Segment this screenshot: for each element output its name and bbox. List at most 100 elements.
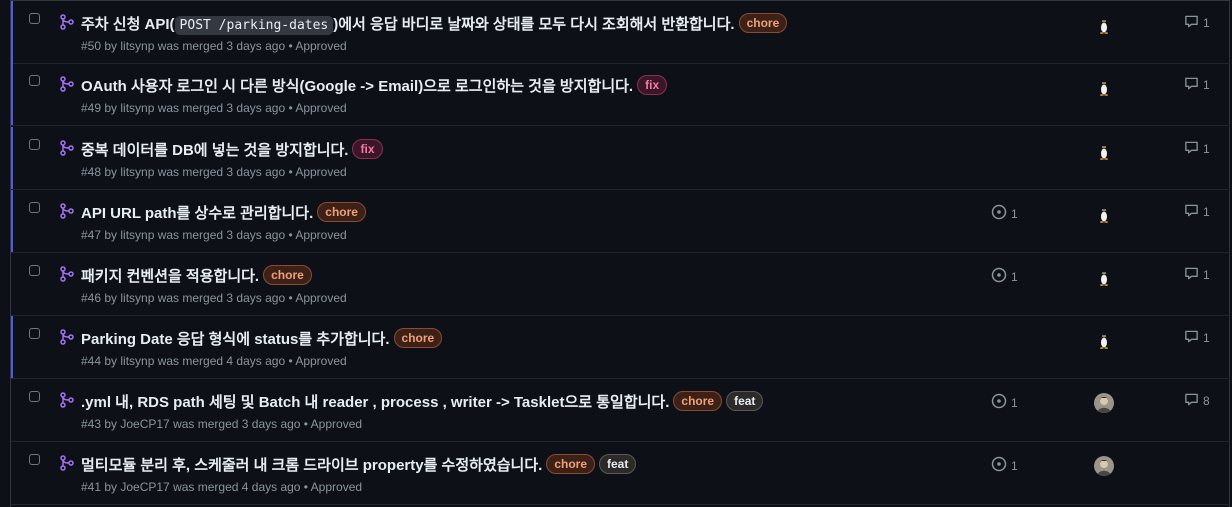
pull-request-row[interactable]: 패키지 컨벤션을 적용합니다. chore #46 by litsynp was m… [11,253,1230,316]
comment-count-value: 8 [1203,394,1210,408]
comment-count[interactable]: 1 [1184,76,1210,94]
git-merge-icon [59,455,75,471]
pull-request-meta: #48 by litsynp was merged 3 days ago • A… [81,165,347,179]
comment-count[interactable]: 1 [1184,329,1210,347]
review-count-value: 1 [1011,206,1018,221]
review-dot-icon [991,204,1007,223]
title-text: 패키지 컨벤션을 적용합니다. [81,268,260,285]
review-count[interactable]: 1 [991,204,1018,223]
pull-request-meta: #44 by litsynp was merged 4 days ago • A… [81,354,347,368]
select-checkbox[interactable] [29,265,40,276]
review-count[interactable]: 1 [991,267,1018,286]
label-fix[interactable]: fix [637,75,668,95]
title-text: 멀티모듈 분리 후, 스케줄러 내 크롬 드라이브 property를 수정하였… [81,457,543,474]
title-text: 중복 데이터를 DB에 넣는 것을 방지합니다. [81,142,349,159]
title-text: OAuth 사용자 로그인 시 다른 방식(Google -> Email)으로… [81,78,634,95]
comment-count[interactable]: 1 [1184,266,1210,284]
pull-request-title[interactable]: 중복 데이터를 DB에 넣는 것을 방지합니다. fix [81,139,383,160]
pull-request-row[interactable]: .yml 내, RDS path 세팅 및 Batch 내 reader , p… [11,379,1230,442]
assignee-avatar[interactable] [1094,141,1114,161]
select-checkbox[interactable] [29,75,40,86]
label-chore[interactable]: chore [263,265,312,285]
git-merge-icon [59,392,75,408]
pull-request-title[interactable]: Parking Date 응답 형식에 status를 추가합니다. chore [81,328,443,349]
comment-icon [1184,76,1199,94]
review-dot-icon [991,393,1007,412]
comment-count-value: 1 [1203,268,1210,282]
pull-request-title[interactable]: 주차 신청 API(POST /parking-dates)에서 응답 바디로 … [81,13,788,35]
select-checkbox[interactable] [29,139,40,150]
label-chore[interactable]: chore [317,202,366,222]
pull-request-row[interactable]: API URL path를 상수로 관리합니다. chore #47 by lits… [11,190,1230,253]
review-count-value: 1 [1011,395,1018,410]
pull-request-row[interactable]: OAuth 사용자 로그인 시 다른 방식(Google -> Email)으로… [11,63,1230,126]
select-checkbox[interactable] [29,328,40,339]
git-merge-icon [59,140,75,156]
pull-request-title[interactable]: API URL path를 상수로 관리합니다. chore [81,202,366,223]
label-chore[interactable]: chore [738,13,788,33]
pull-request-row[interactable]: 중복 데이터를 DB에 넣는 것을 방지합니다. fix #48 by litsyn… [11,127,1230,190]
pull-request-title[interactable]: OAuth 사용자 로그인 시 다른 방식(Google -> Email)으로… [81,75,668,96]
comment-icon [1184,266,1199,284]
assignee-avatar[interactable] [1094,77,1114,97]
label-feat[interactable]: feat [726,391,764,411]
pull-request-meta: #46 by litsynp was merged 3 days ago • A… [81,291,347,305]
pull-request-row[interactable]: 주차 신청 API(POST /parking-dates)에서 응답 바디로 … [11,1,1230,64]
comment-count-value: 1 [1203,331,1210,345]
comment-count[interactable]: 8 [1184,392,1210,410]
git-merge-icon [59,203,75,219]
pull-request-meta: #41 by JoeCP17 was merged 4 days ago • A… [81,480,363,494]
pull-request-meta: #50 by litsynp was merged 3 days ago • A… [81,39,347,53]
select-checkbox[interactable] [29,13,40,24]
git-merge-icon [59,76,75,92]
comment-count[interactable]: 1 [1184,203,1210,221]
assignee-avatar[interactable] [1094,393,1114,413]
comment-icon [1184,140,1199,158]
label-chore[interactable]: chore [546,454,596,474]
review-count[interactable]: 1 [991,393,1018,412]
pull-request-row[interactable]: 멀티모듈 분리 후, 스케줄러 내 크롬 드라이브 property를 수정하였… [11,442,1230,505]
review-count[interactable]: 1 [991,456,1018,475]
comment-count-value: 1 [1203,16,1210,30]
pull-request-meta: #43 by JoeCP17 was merged 3 days ago • A… [81,417,363,431]
review-count-value: 1 [1011,458,1018,473]
comment-count[interactable]: 1 [1184,140,1210,158]
pull-request-meta: #47 by litsynp was merged 3 days ago • A… [81,228,347,242]
assignee-avatar[interactable] [1094,204,1114,224]
title-text: 주차 신청 API( [81,16,175,33]
title-text: .yml 내, RDS path 세팅 및 Batch 내 reader , p… [81,394,670,411]
comment-count[interactable]: 1 [1184,14,1210,32]
review-dot-icon [991,456,1007,475]
assignee-avatar[interactable] [1094,330,1114,350]
comment-count-value: 1 [1203,78,1210,92]
git-merge-icon [59,266,75,282]
comment-icon [1184,329,1199,347]
select-checkbox[interactable] [29,391,40,402]
comment-icon [1184,14,1199,32]
assignee-avatar[interactable] [1094,267,1114,287]
pull-request-title[interactable]: .yml 내, RDS path 세팅 및 Batch 내 reader , p… [81,391,764,412]
pull-request-title[interactable]: 멀티모듈 분리 후, 스케줄러 내 크롬 드라이브 property를 수정하였… [81,454,637,475]
assignee-avatar[interactable] [1094,15,1114,35]
pull-request-meta: #49 by litsynp was merged 3 days ago • A… [81,101,347,115]
pull-request-list: 주차 신청 API(POST /parking-dates)에서 응답 바디로 … [10,0,1230,507]
select-checkbox[interactable] [29,454,40,465]
label-chore[interactable]: chore [673,391,723,411]
title-text: Parking Date 응답 형식에 status를 추가합니다. [81,331,390,348]
title-code: POST /parking-dates [174,16,334,35]
comment-icon [1184,203,1199,221]
select-checkbox[interactable] [29,202,40,213]
git-merge-icon [59,14,75,30]
review-dot-icon [991,267,1007,286]
pull-request-row[interactable]: Parking Date 응답 형식에 status를 추가합니다. chore #… [11,316,1230,379]
title-text: )에서 응답 바디로 날짜와 상태를 모두 다시 조회해서 반환합니다. [333,16,735,33]
title-text: API URL path를 상수로 관리합니다. [81,205,314,222]
pull-request-title[interactable]: 패키지 컨벤션을 적용합니다. chore [81,265,312,286]
label-fix[interactable]: fix [352,139,383,159]
comment-count-value: 1 [1203,205,1210,219]
label-feat[interactable]: feat [599,454,637,474]
comment-count-value: 1 [1203,142,1210,156]
comment-icon [1184,392,1199,410]
label-chore[interactable]: chore [393,328,443,348]
assignee-avatar[interactable] [1094,456,1114,476]
